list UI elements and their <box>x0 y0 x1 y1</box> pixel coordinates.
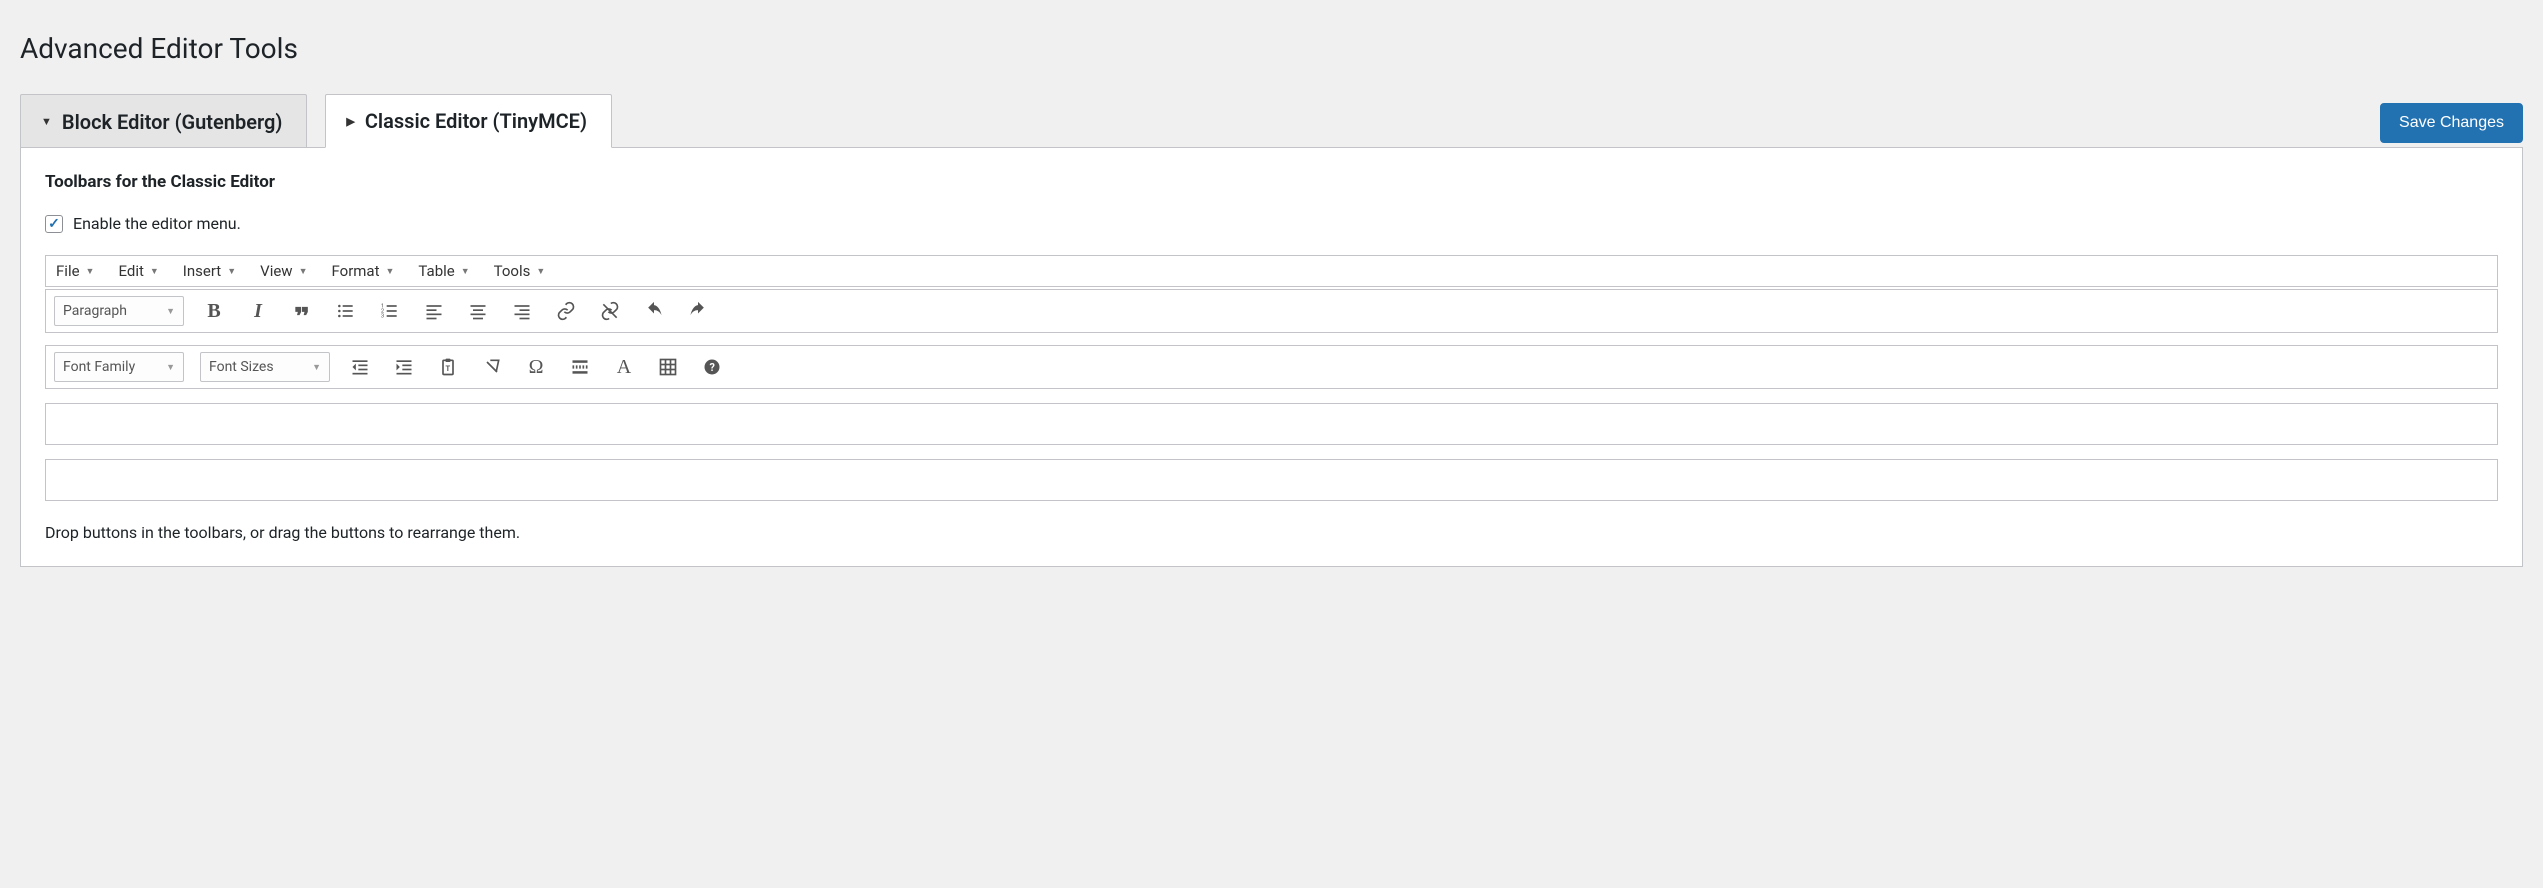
menu-tools-label: Tools <box>494 262 531 280</box>
outdent-icon[interactable] <box>346 353 374 381</box>
align-right-icon[interactable] <box>508 297 536 325</box>
bold-icon[interactable]: B <box>200 297 228 325</box>
menu-view-label: View <box>260 262 292 280</box>
settings-panel: Toolbars for the Classic Editor Enable t… <box>20 147 2523 567</box>
caret-down-icon: ▼ <box>227 266 236 277</box>
tabs: ▼ Block Editor (Gutenberg) ▶ Classic Edi… <box>20 93 612 147</box>
section-title: Toolbars for the Classic Editor <box>45 172 2498 192</box>
toolbar-row-4[interactable] <box>45 459 2498 501</box>
save-changes-button[interactable]: Save Changes <box>2380 103 2523 143</box>
indent-icon[interactable] <box>390 353 418 381</box>
caret-down-icon: ▼ <box>166 362 175 373</box>
menu-edit-label: Edit <box>118 262 143 280</box>
toolbar-row-2[interactable]: Font Family ▼ Font Sizes ▼ T Ω <box>45 345 2498 389</box>
toolbar-row-3[interactable] <box>45 403 2498 445</box>
caret-down-icon: ▼ <box>386 266 395 277</box>
menu-format-label: Format <box>332 262 380 280</box>
blockquote-icon[interactable] <box>288 297 316 325</box>
drop-hint: Drop buttons in the toolbars, or drag th… <box>45 523 2498 542</box>
caret-down-icon: ▼ <box>461 266 470 277</box>
menu-file[interactable]: File ▼ <box>56 262 94 280</box>
font-family-value: Font Family <box>63 359 135 375</box>
editor-menubar: File ▼ Edit ▼ Insert ▼ View ▼ Format ▼ Table ▼… <box>45 255 2498 287</box>
italic-icon[interactable]: I <box>244 297 272 325</box>
align-left-icon[interactable] <box>420 297 448 325</box>
undo-icon[interactable] <box>640 297 668 325</box>
svg-text:?: ? <box>710 361 715 374</box>
caret-right-icon: ▶ <box>346 115 354 128</box>
menu-file-label: File <box>56 262 80 280</box>
caret-down-icon: ▼ <box>299 266 308 277</box>
text-color-icon[interactable]: A <box>610 353 638 381</box>
paragraph-select[interactable]: Paragraph ▼ <box>54 296 184 326</box>
help-icon[interactable]: ? <box>698 353 726 381</box>
font-sizes-value: Font Sizes <box>209 359 274 375</box>
menu-edit[interactable]: Edit ▼ <box>118 262 158 280</box>
align-center-icon[interactable] <box>464 297 492 325</box>
caret-down-icon: ▼ <box>86 266 95 277</box>
table-icon[interactable] <box>654 353 682 381</box>
svg-text:3: 3 <box>381 314 384 320</box>
page-title: Advanced Editor Tools <box>20 32 2523 65</box>
tab-label: Block Editor (Gutenberg) <box>62 110 283 134</box>
toolbar-row-1[interactable]: Paragraph ▼ B I 123 <box>45 289 2498 333</box>
tab-block-editor[interactable]: ▼ Block Editor (Gutenberg) <box>20 94 307 148</box>
menu-format[interactable]: Format ▼ <box>332 262 395 280</box>
tab-classic-editor[interactable]: ▶ Classic Editor (TinyMCE) <box>325 94 612 148</box>
svg-text:T: T <box>446 364 451 373</box>
paste-text-icon[interactable]: T <box>434 353 462 381</box>
menu-table[interactable]: Table ▼ <box>418 262 469 280</box>
caret-down-icon: ▼ <box>150 266 159 277</box>
font-sizes-select[interactable]: Font Sizes ▼ <box>200 352 330 382</box>
menu-view[interactable]: View ▼ <box>260 262 307 280</box>
caret-down-icon: ▼ <box>166 306 175 317</box>
menu-tools[interactable]: Tools ▼ <box>494 262 546 280</box>
bulleted-list-icon[interactable] <box>332 297 360 325</box>
paragraph-select-value: Paragraph <box>63 303 127 319</box>
unlink-icon[interactable] <box>596 297 624 325</box>
enable-menu-label: Enable the editor menu. <box>73 214 241 233</box>
caret-down-icon: ▼ <box>536 266 545 277</box>
read-more-icon[interactable] <box>566 353 594 381</box>
caret-down-icon: ▼ <box>312 362 321 373</box>
numbered-list-icon[interactable]: 123 <box>376 297 404 325</box>
caret-down-icon: ▼ <box>41 115 52 128</box>
menu-insert[interactable]: Insert ▼ <box>183 262 236 280</box>
enable-menu-checkbox[interactable] <box>45 215 63 233</box>
tab-label: Classic Editor (TinyMCE) <box>365 109 587 133</box>
menu-insert-label: Insert <box>183 262 221 280</box>
special-character-icon[interactable]: Ω <box>522 353 550 381</box>
clear-formatting-icon[interactable] <box>478 353 506 381</box>
menu-table-label: Table <box>418 262 454 280</box>
font-family-select[interactable]: Font Family ▼ <box>54 352 184 382</box>
link-icon[interactable] <box>552 297 580 325</box>
redo-icon[interactable] <box>684 297 712 325</box>
